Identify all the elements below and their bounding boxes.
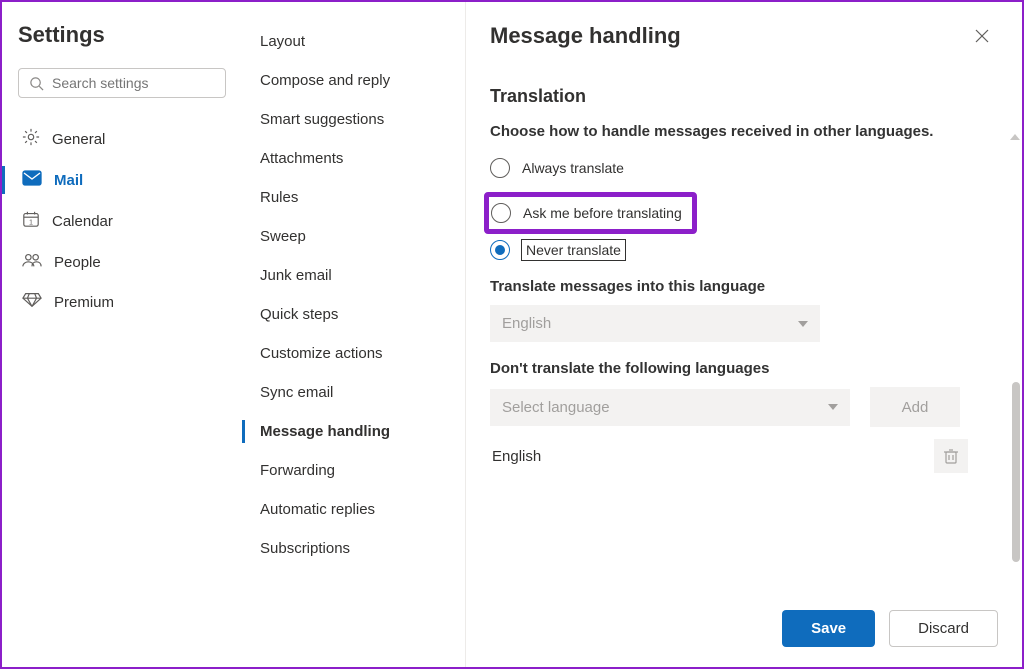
radio-label: Always translate	[522, 160, 624, 176]
people-icon	[22, 252, 54, 272]
radio-icon	[491, 203, 511, 223]
radio-label: Never translate	[522, 240, 625, 260]
search-icon	[29, 76, 44, 91]
search-settings-input-wrap[interactable]	[18, 68, 226, 98]
radio-icon	[490, 240, 510, 260]
translate-into-value: English	[502, 315, 551, 332]
subnav-item-forwarding[interactable]: Forwarding	[242, 451, 465, 490]
scroll-up-icon[interactable]	[1010, 134, 1020, 140]
radio-icon	[490, 158, 510, 178]
subnav-item-sweep[interactable]: Sweep	[242, 217, 465, 256]
dont-translate-label: Don't translate the following languages	[490, 360, 998, 377]
radio-ask-me-before-translating[interactable]: Ask me before translating	[491, 203, 682, 223]
subnav-item-sync-email[interactable]: Sync email	[242, 373, 465, 412]
subnav-item-message-handling[interactable]: Message handling	[242, 412, 465, 451]
add-language-button[interactable]: Add	[870, 387, 960, 427]
chevron-down-icon	[798, 321, 808, 327]
radio-label: Ask me before translating	[523, 205, 682, 221]
trash-icon	[944, 448, 958, 464]
diamond-icon	[22, 292, 54, 312]
translate-into-select[interactable]: English	[490, 305, 820, 342]
subnav-item-attachments[interactable]: Attachments	[242, 139, 465, 178]
exclude-language-select[interactable]: Select language	[490, 389, 850, 426]
category-label: People	[54, 254, 101, 271]
settings-window: Settings General Mail 1 Calendar People Premi…	[0, 0, 1024, 669]
subnav-item-customize-actions[interactable]: Customize actions	[242, 334, 465, 373]
calendar-icon: 1	[22, 210, 52, 232]
subnav-item-junk-email[interactable]: Junk email	[242, 256, 465, 295]
gear-icon	[22, 128, 52, 150]
annotation-highlight: Ask me before translating	[484, 192, 697, 234]
save-button[interactable]: Save	[782, 610, 875, 647]
category-mail[interactable]: Mail	[18, 160, 226, 200]
delete-language-button[interactable]	[934, 439, 968, 473]
category-calendar[interactable]: 1 Calendar	[18, 200, 226, 242]
search-settings-input[interactable]	[52, 75, 215, 91]
translate-into-label: Translate messages into this language	[490, 278, 998, 295]
translation-section-title: Translation	[490, 86, 998, 107]
subnav-item-smart-suggestions[interactable]: Smart suggestions	[242, 100, 465, 139]
category-general[interactable]: General	[18, 118, 226, 160]
mail-subnav: LayoutCompose and replySmart suggestions…	[242, 2, 466, 667]
category-label: Premium	[54, 294, 114, 311]
subnav-item-automatic-replies[interactable]: Automatic replies	[242, 490, 465, 529]
settings-sidebar: Settings General Mail 1 Calendar People Premi…	[2, 2, 242, 667]
excluded-language-label: English	[492, 448, 541, 465]
category-label: Mail	[54, 172, 83, 189]
chevron-down-icon	[828, 404, 838, 410]
translation-section-desc: Choose how to handle messages received i…	[490, 123, 998, 140]
subnav-item-subscriptions[interactable]: Subscriptions	[242, 529, 465, 568]
page-title: Settings	[18, 22, 226, 48]
panel-header: Message handling	[466, 2, 1022, 62]
category-people[interactable]: People	[18, 242, 226, 282]
subnav-item-layout[interactable]: Layout	[242, 22, 465, 61]
svg-text:1: 1	[29, 217, 33, 226]
category-label: Calendar	[52, 213, 113, 230]
settings-panel: Message handling Translation Choose how …	[466, 2, 1022, 667]
subnav-item-rules[interactable]: Rules	[242, 178, 465, 217]
radio-never-translate[interactable]: Never translate	[490, 240, 998, 260]
close-button[interactable]	[966, 20, 998, 52]
category-label: General	[52, 131, 105, 148]
scrollbar-thumb[interactable]	[1012, 382, 1020, 562]
subnav-item-compose-and-reply[interactable]: Compose and reply	[242, 61, 465, 100]
close-icon	[975, 29, 989, 43]
panel-title: Message handling	[490, 23, 681, 49]
category-premium[interactable]: Premium	[18, 282, 226, 322]
panel-footer: Save Discard	[466, 596, 1022, 667]
discard-button[interactable]: Discard	[889, 610, 998, 647]
mail-icon	[22, 170, 54, 190]
radio-always-translate[interactable]: Always translate	[490, 158, 998, 178]
subnav-item-quick-steps[interactable]: Quick steps	[242, 295, 465, 334]
panel-body: Translation Choose how to handle message…	[466, 62, 1022, 596]
excluded-language-row: English	[490, 427, 970, 485]
select-language-placeholder: Select language	[502, 399, 610, 416]
